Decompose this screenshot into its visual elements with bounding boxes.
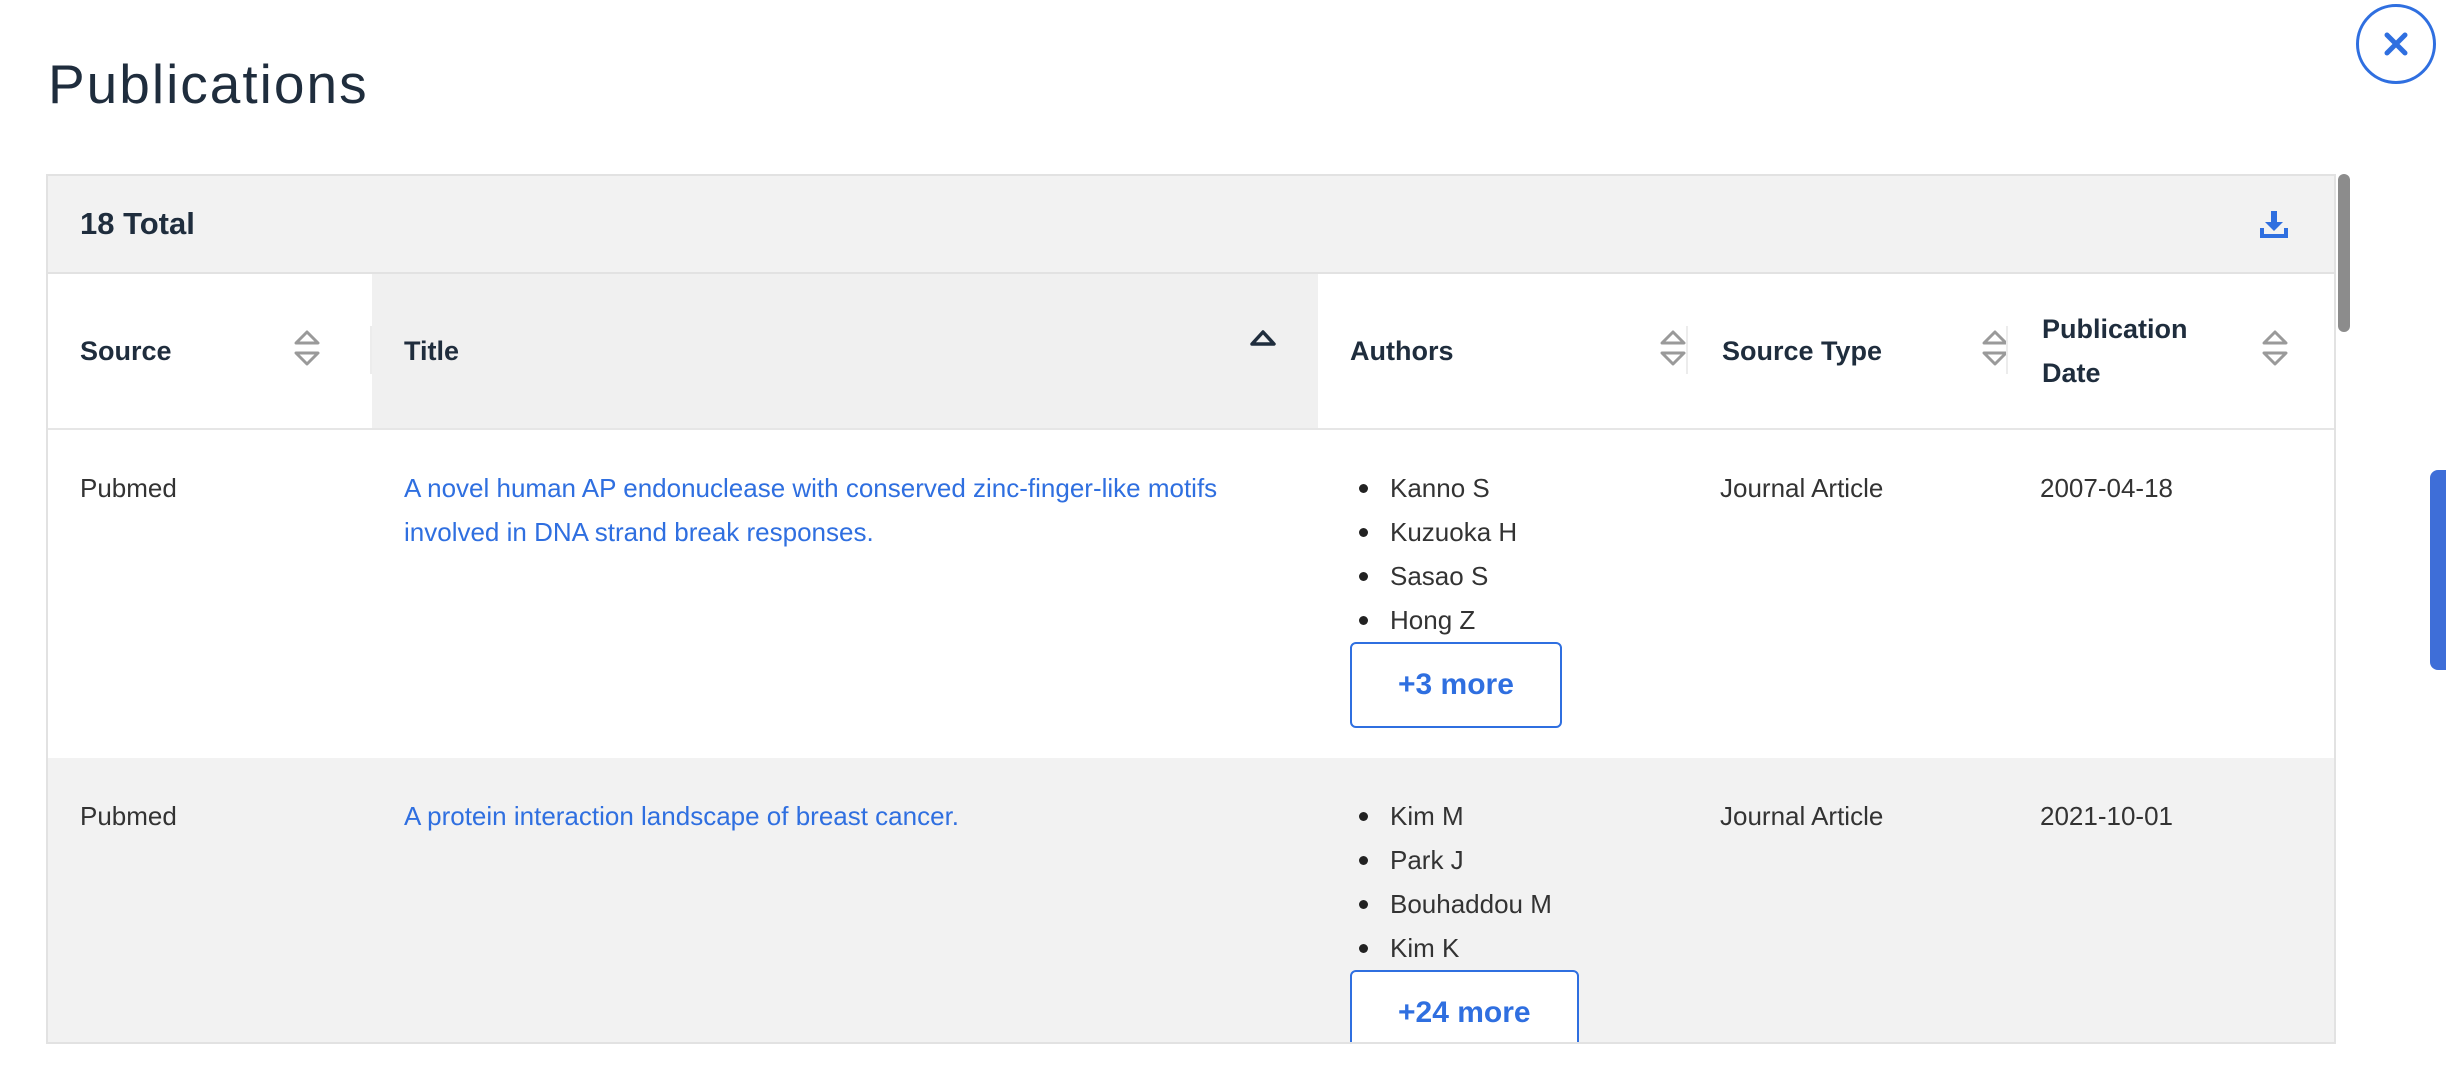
author-item: Bouhaddou M (1350, 882, 1579, 926)
authors-cell: Kanno S Kuzuoka H Sasao S Hong Z +3 more (1350, 466, 1562, 728)
author-item: Kanno S (1350, 466, 1562, 510)
author-item: Kim M (1350, 794, 1579, 838)
title-cell: A novel human AP endonuclease with conse… (404, 466, 1304, 554)
sort-icon[interactable] (292, 328, 322, 368)
authors-cell: Kim M Park J Bouhaddou M Kim K +24 more (1350, 794, 1579, 1042)
table-row: Pubmed A novel human AP endonuclease wit… (48, 430, 2334, 758)
column-header-source[interactable]: Source (48, 274, 368, 428)
author-item: Kim K (1350, 926, 1579, 970)
column-label-source: Source (80, 336, 172, 366)
side-panel-tab[interactable] (2430, 470, 2446, 670)
author-item: Park J (1350, 838, 1579, 882)
publication-title-link[interactable]: A protein interaction landscape of breas… (404, 801, 959, 831)
publications-table: 18 Total Source Title Authors Source Typ… (46, 174, 2336, 1044)
author-item: Sasao S (1350, 554, 1562, 598)
download-button[interactable] (2254, 204, 2294, 244)
source-type-cell: Journal Article (1720, 473, 1884, 503)
column-header-title[interactable]: Title (372, 274, 1318, 428)
scrollbar-thumb[interactable] (2338, 174, 2350, 332)
column-label-authors: Authors (1350, 336, 1454, 366)
authors-list: Kanno S Kuzuoka H Sasao S Hong Z (1350, 466, 1562, 642)
sort-ascending-icon[interactable] (1248, 326, 1278, 350)
authors-list: Kim M Park J Bouhaddou M Kim K (1350, 794, 1579, 970)
column-label-title: Title (404, 336, 460, 366)
author-item: Hong Z (1350, 598, 1562, 642)
column-header-publication-date[interactable]: Publication Date (2010, 274, 2334, 428)
source-type-cell: Journal Article (1720, 801, 1884, 831)
sort-icon[interactable] (1658, 328, 1688, 368)
download-icon (2260, 211, 2288, 238)
column-label-publication-date: Publication Date (2042, 314, 2188, 388)
column-label-source-type: Source Type (1722, 336, 1883, 366)
more-authors-button[interactable]: +24 more (1350, 970, 1579, 1042)
close-icon (2384, 32, 2408, 56)
table-scrollbar[interactable] (2336, 174, 2352, 1044)
source-cell: Pubmed (80, 473, 177, 503)
column-header-authors[interactable]: Authors (1318, 274, 1736, 428)
table-toolbar: 18 Total (48, 176, 2334, 274)
page-title: Publications (48, 53, 369, 115)
author-item: Kuzuoka H (1350, 510, 1562, 554)
close-button[interactable] (2356, 4, 2436, 84)
publication-date-cell: 2007-04-18 (2040, 473, 2173, 503)
column-header-source-type[interactable]: Source Type (1690, 274, 2010, 428)
more-authors-button[interactable]: +3 more (1350, 642, 1562, 728)
table-header: Source Title Authors Source Type Publica… (48, 274, 2334, 430)
title-cell: A protein interaction landscape of breas… (404, 794, 1304, 838)
publication-date-cell: 2021-10-01 (2040, 801, 2173, 831)
publication-title-link[interactable]: A novel human AP endonuclease with conse… (404, 473, 1217, 547)
sort-icon[interactable] (2260, 328, 2290, 368)
table-row: Pubmed A protein interaction landscape o… (48, 758, 2334, 1042)
source-cell: Pubmed (80, 801, 177, 831)
total-count: 18 Total (80, 206, 195, 241)
